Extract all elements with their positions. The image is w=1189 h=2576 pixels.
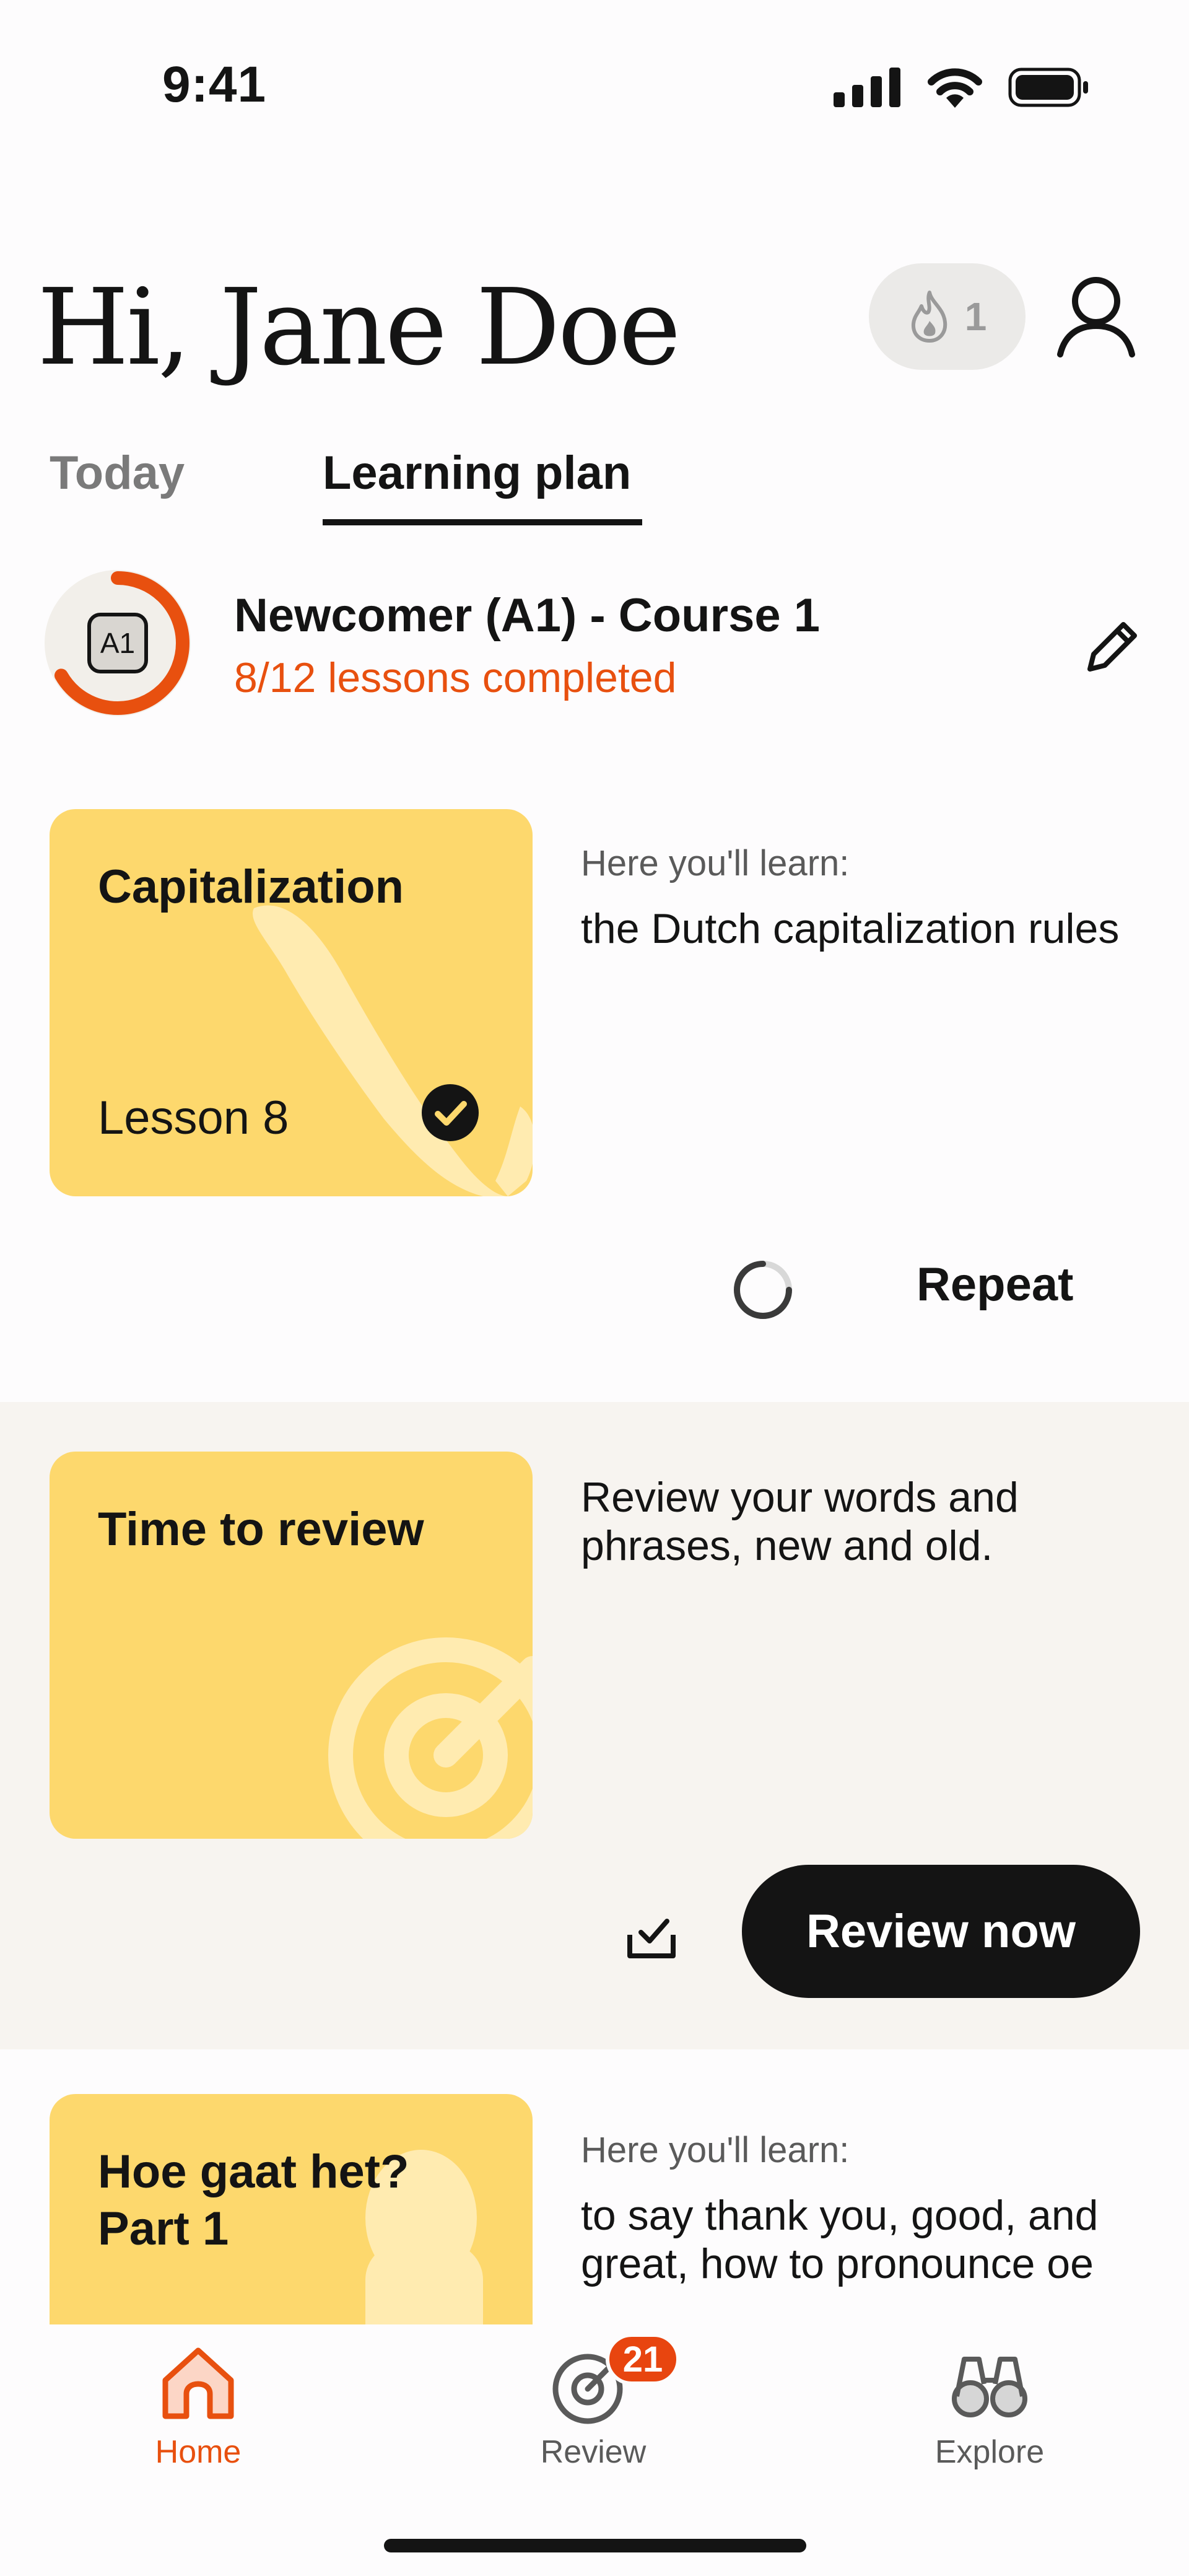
- signal-icon: [834, 68, 900, 107]
- tab-learning-plan[interactable]: Learning plan: [323, 446, 631, 500]
- active-tab-indicator: [323, 519, 642, 525]
- lesson-desc-label: Here you'll learn:: [581, 843, 850, 883]
- edit-course-button[interactable]: [1078, 613, 1146, 681]
- wifi-icon: [928, 68, 982, 108]
- nav-home[interactable]: Home: [105, 2337, 291, 2471]
- lesson-card-hoe-gaat-het[interactable]: Hoe gaat het? Part 1: [50, 2094, 533, 2324]
- review-now-button[interactable]: Review now: [742, 1865, 1140, 1998]
- inbox-check-icon[interactable]: [622, 1905, 681, 1963]
- lesson-title: Capitalization: [98, 861, 404, 913]
- course-title: Newcomer (A1) - Course 1: [234, 589, 821, 642]
- status-icons: [834, 67, 1090, 108]
- level-badge: A1: [100, 627, 135, 659]
- tab-today[interactable]: Today: [50, 446, 185, 500]
- course-progress-text: 8/12 lessons completed: [234, 654, 677, 701]
- user-icon: [1057, 277, 1135, 357]
- tab-bar: Today Learning plan: [0, 446, 1189, 533]
- lesson-desc-label: Here you'll learn:: [581, 2130, 850, 2170]
- pencil-icon: [1087, 622, 1137, 672]
- nav-explore-label: Explore: [934, 2434, 1045, 2470]
- lesson-desc: the Dutch capitalization rules: [581, 905, 1120, 952]
- lesson-card-capitalization[interactable]: Capitalization Lesson 8: [50, 809, 533, 1196]
- home-icon: [162, 2347, 234, 2419]
- home-indicator: [384, 2539, 806, 2552]
- profile-button[interactable]: [1053, 273, 1139, 359]
- status-bar: 9:41: [0, 0, 1189, 180]
- review-card-title: Time to review: [98, 1503, 424, 1556]
- battery-icon: [1008, 68, 1088, 107]
- review-card[interactable]: Time to review: [50, 1452, 533, 1839]
- lesson-title: Hoe gaat het? Part 1: [98, 2145, 409, 2255]
- streak-count: 1: [964, 294, 987, 339]
- lesson-list-clip: Hoe gaat het? Part 1 Here you'll learn: …: [0, 2094, 1189, 2324]
- nav-home-label: Home: [155, 2434, 242, 2470]
- course-progress-ring: A1: [45, 570, 191, 716]
- streak-button[interactable]: 1: [869, 263, 1026, 370]
- binoculars-icon: [952, 2357, 1027, 2417]
- nav-review-label: Review: [540, 2434, 647, 2470]
- lesson-number: Lesson 8: [98, 1092, 289, 1144]
- greeting-title: Hi, Jane Doe: [37, 266, 681, 389]
- repeat-button[interactable]: Repeat: [917, 1258, 1073, 1312]
- review-count-badge: 21: [606, 2333, 680, 2385]
- review-desc: Review your words and phrases, new and o…: [581, 1474, 1019, 1569]
- lesson-desc: to say thank you, good, and great, how t…: [581, 2192, 1099, 2287]
- nav-review[interactable]: 21 Review: [500, 2333, 686, 2471]
- loading-spinner-icon: [734, 1261, 792, 1319]
- check-circle-icon: [422, 1084, 479, 1141]
- status-time: 9:41: [162, 56, 267, 113]
- flame-icon: [911, 291, 947, 343]
- nav-explore[interactable]: Explore: [897, 2337, 1082, 2471]
